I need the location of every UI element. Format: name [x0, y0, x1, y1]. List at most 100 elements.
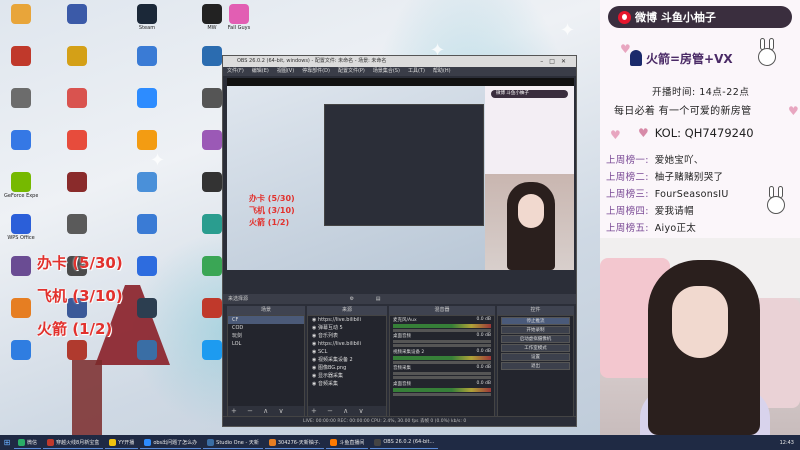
obs-menu-item[interactable]: 编辑(E)	[252, 67, 269, 76]
desktop-icon[interactable]	[130, 340, 164, 361]
desktop-icon[interactable]	[130, 46, 164, 67]
app-icon	[67, 172, 87, 192]
source-item[interactable]: ◉ https://live.bilibili	[308, 316, 386, 324]
volume-slider[interactable]	[393, 393, 491, 396]
preview-webcam	[485, 174, 574, 270]
desktop-icon[interactable]	[130, 172, 164, 193]
sources-dock-buttons[interactable]: + − ∧ ∨	[308, 406, 386, 416]
control-button[interactable]: 启动虚拟摄像机	[501, 335, 570, 343]
desktop-icon[interactable]	[130, 298, 164, 319]
obs-menu-item[interactable]: 视图(V)	[277, 67, 294, 76]
source-item[interactable]: ◉ 弹幕互动 5	[308, 324, 386, 332]
scene-item[interactable]: 玩剑	[228, 332, 304, 340]
mixer-channel: 桌面音频 0.0 dB	[390, 380, 494, 396]
desktop-icon[interactable]: GeForce Experience	[4, 172, 38, 199]
desktop-icon[interactable]	[60, 172, 94, 193]
obs-menu-item[interactable]: 配置文件(P)	[338, 67, 365, 76]
desktop-icon[interactable]	[130, 88, 164, 109]
desktop-icon[interactable]	[4, 340, 38, 361]
scene-list: CF COD 玩剑 LOL	[228, 316, 304, 348]
source-item[interactable]: ◉ 图像BG.png	[308, 364, 386, 372]
desktop-icon[interactable]	[60, 130, 94, 151]
desktop-icon[interactable]	[60, 46, 94, 67]
app-icon	[144, 438, 152, 446]
scene-item[interactable]: COD	[228, 324, 304, 332]
close-icon[interactable]: ✕	[561, 58, 572, 65]
taskbar-app[interactable]: obs出问题了怎么办	[140, 436, 202, 449]
scene-item[interactable]: CF	[228, 316, 304, 324]
app-icon	[330, 438, 338, 446]
taskbar-app[interactable]: 斗鱼直播间	[326, 436, 369, 449]
volume-slider[interactable]	[393, 344, 491, 347]
obs-menu-item[interactable]: 工具(T)	[408, 67, 425, 76]
control-button[interactable]: 设置	[501, 353, 570, 361]
daily-note: 每日必着 有一个可爱的新房管	[614, 106, 752, 117]
app-icon	[202, 88, 222, 108]
desktop-icon[interactable]	[4, 4, 38, 25]
scenes-dock-buttons[interactable]: + − ∧ ∨	[228, 406, 304, 416]
obs-menu-item[interactable]: 帮助(H)	[433, 67, 451, 76]
control-button[interactable]: 开始录制	[501, 326, 570, 334]
source-item[interactable]: ◉ https://live.bilibili	[308, 340, 386, 348]
desktop-icon[interactable]	[130, 130, 164, 151]
taskbar-app[interactable]: OBS 26.0.2 (64-bit...	[370, 436, 439, 449]
source-item[interactable]: ◉ 音频采集	[308, 380, 386, 388]
system-clock[interactable]: 12:43	[780, 440, 800, 446]
desktop-icon[interactable]	[130, 214, 164, 235]
scene-item[interactable]: LOL	[228, 340, 304, 348]
minimize-icon[interactable]: –	[540, 58, 549, 65]
rocket-reward-text: 火箭=房管+VX	[646, 52, 733, 66]
app-icon	[202, 340, 222, 360]
obs-window[interactable]: OBS 26.0.2 (64-bit, windows) - 配置文件: 未命名…	[222, 55, 577, 427]
app-icon	[11, 46, 31, 66]
app-icon	[374, 438, 382, 446]
filter-icon[interactable]: ▤	[376, 296, 381, 302]
maximize-icon[interactable]: □	[549, 58, 561, 65]
app-icon	[11, 88, 31, 108]
taskbar-app[interactable]: YY开播	[105, 436, 139, 449]
source-item[interactable]: ◉ SCL	[308, 348, 386, 356]
windows-start-icon[interactable]: ⊞	[0, 436, 14, 449]
desktop-icon[interactable]	[4, 298, 38, 319]
source-item[interactable]: ◉ 显示器采集	[308, 372, 386, 380]
desktop-icon[interactable]	[4, 88, 38, 109]
desktop-icon[interactable]	[130, 256, 164, 277]
volume-meter	[393, 340, 491, 343]
desktop-icon[interactable]	[60, 340, 94, 361]
source-item[interactable]: ◉ 视频采集设备 2	[308, 356, 386, 364]
taskbar-app[interactable]: 穿越火线8月新宝盒	[43, 436, 104, 449]
mixer-channel-label: 麦克风/Aux 0.0 dB	[393, 317, 491, 323]
desktop-icon[interactable]: Steam	[130, 4, 164, 31]
obs-title-bar[interactable]: OBS 26.0.2 (64-bit, windows) - 配置文件: 未命名…	[223, 56, 576, 67]
source-item[interactable]: ◉ 音乐列表	[308, 332, 386, 340]
taskbar-app[interactable]: 304276-天新柚子.	[264, 436, 325, 449]
desktop-icon[interactable]	[60, 214, 94, 235]
desktop-icon[interactable]	[4, 130, 38, 151]
control-button[interactable]: 停止推流	[501, 317, 570, 325]
obs-menu-item[interactable]: 文件(F)	[227, 67, 244, 76]
volume-slider[interactable]	[393, 376, 491, 379]
gear-icon[interactable]: ⚙	[350, 296, 354, 302]
mixer-channel-db: 0.0 dB	[476, 333, 491, 338]
leaderboard-rank: 上周榜四:	[606, 206, 649, 217]
taskbar-app[interactable]: Studio One - 天新	[203, 436, 263, 449]
taskbar-app[interactable]: 微信	[14, 436, 42, 449]
app-icon	[202, 214, 222, 234]
obs-preview[interactable]: 办卡 (5/30) 飞机 (3/10) 火箭 (1/2) 微博 斗鱼小柚子	[227, 78, 574, 270]
desktop-icon[interactable]	[4, 46, 38, 67]
obs-menu-item[interactable]: 场景集合(S)	[373, 67, 400, 76]
control-button[interactable]: 工作室模式	[501, 344, 570, 352]
control-button[interactable]: 退出	[501, 362, 570, 370]
desktop-icon[interactable]	[60, 4, 94, 25]
window-controls[interactable]: –□✕	[540, 56, 572, 67]
app-icon	[137, 340, 157, 360]
taskbar-app-label: Studio One - 天新	[216, 439, 259, 446]
source-name: 音乐列表	[317, 333, 338, 339]
obs-menu-item[interactable]: 停靠部件(D)	[302, 67, 330, 76]
desktop-icon[interactable]	[4, 256, 38, 277]
leaderboard-name: Aiyo正太	[654, 223, 697, 234]
desktop-icon[interactable]: Fall Guys	[222, 4, 256, 31]
desktop-icon[interactable]	[60, 88, 94, 109]
desktop-icon[interactable]: WPS Office	[4, 214, 38, 241]
preview-gift-counter-office-card: 办卡 (5/30)	[249, 194, 295, 203]
